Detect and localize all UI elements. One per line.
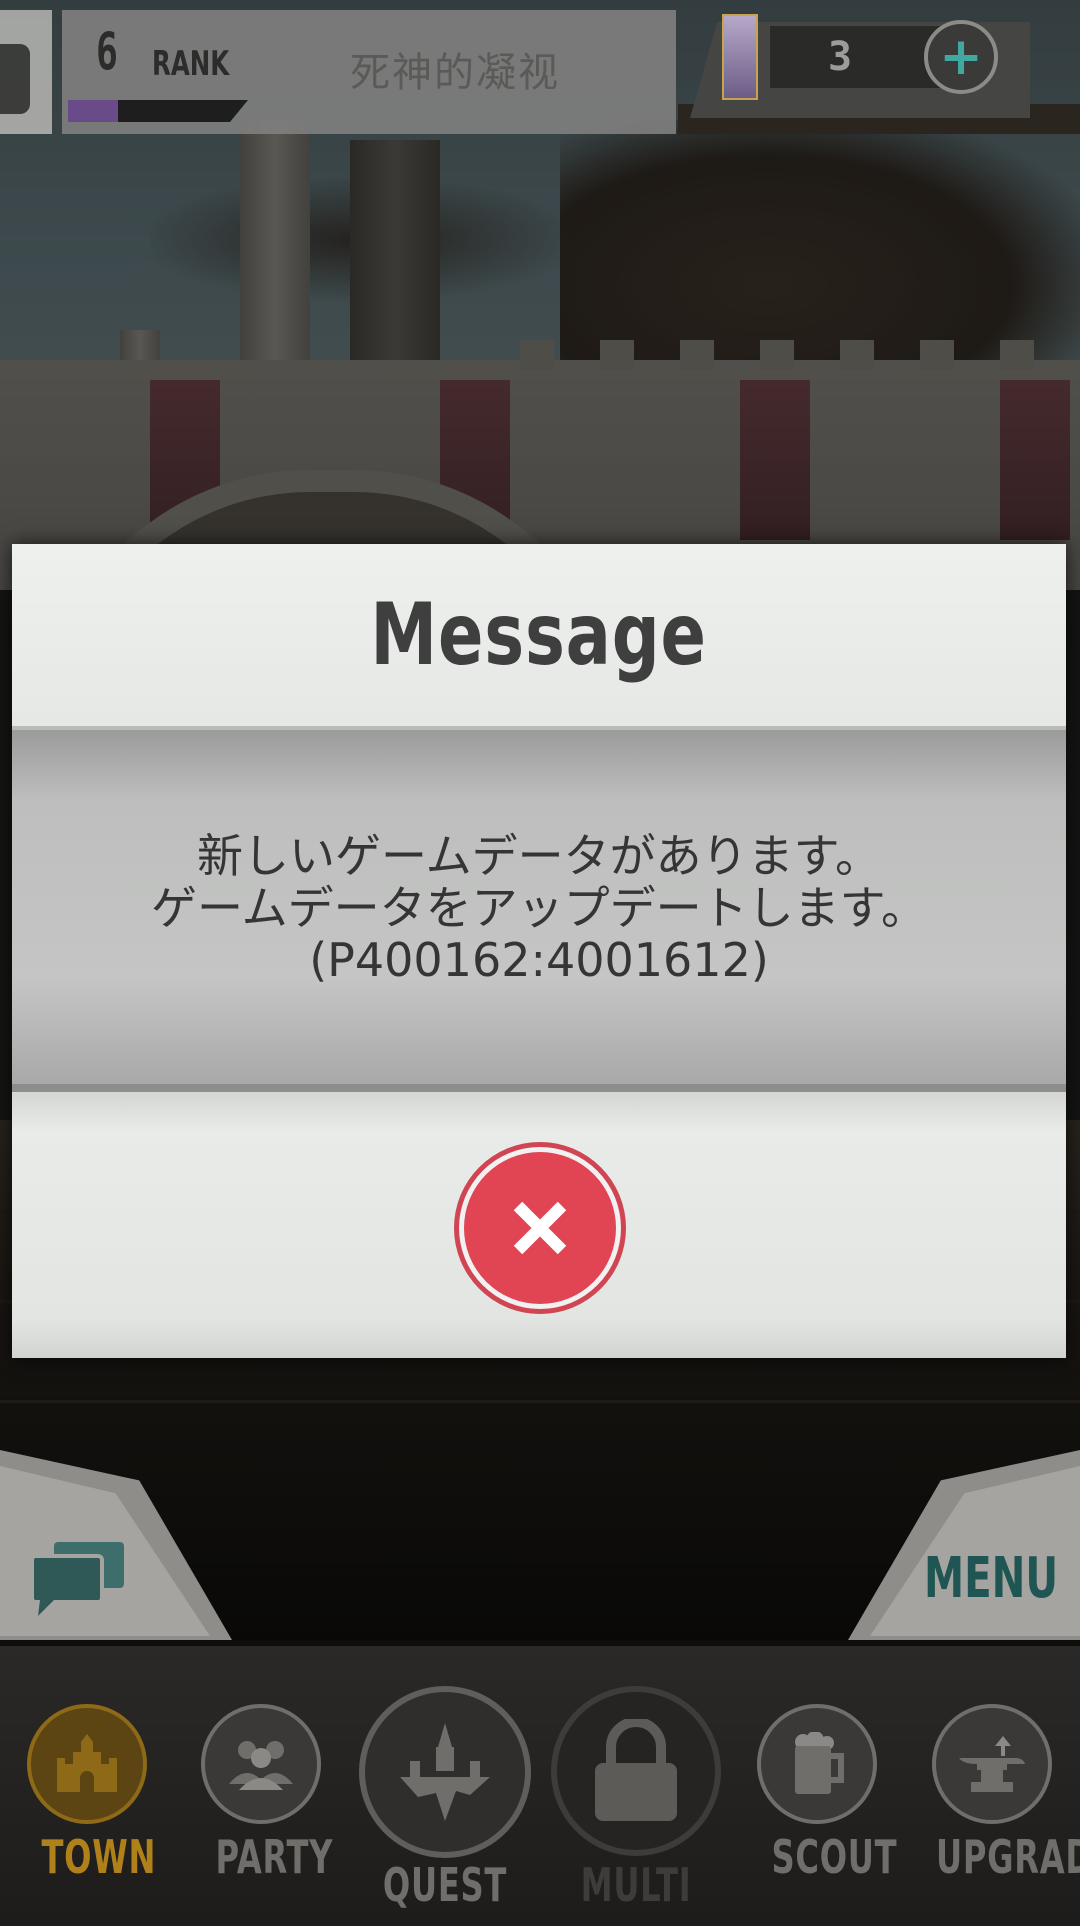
chat-bubbles-icon (30, 1542, 124, 1616)
hud-left-cap (0, 10, 52, 134)
nav-multi[interactable]: MULTI (550, 1686, 722, 1912)
nav-label: MULTI (580, 1858, 692, 1912)
close-button[interactable] (464, 1152, 616, 1304)
anvil-icon (959, 1736, 1025, 1792)
nav-party[interactable]: PARTY (196, 1704, 334, 1884)
item-count: 3 (828, 34, 853, 80)
dialog-footer (12, 1092, 1066, 1358)
exp-progress-fill (68, 100, 119, 122)
dialog-error-code: (P400162:4001612) (309, 933, 769, 987)
nav-town[interactable]: TOWN (22, 1704, 157, 1884)
beer-mug-icon (795, 1732, 844, 1794)
dialog-body: 新しいゲームデータがあります。 ゲームデータをアップデートします。 (P4001… (12, 730, 1066, 1092)
plus-icon: + (939, 27, 983, 87)
people-icon (229, 1741, 293, 1790)
chat-button[interactable] (28, 1538, 128, 1618)
crystal-item-icon (722, 14, 758, 100)
nav-scout[interactable]: SCOUT (752, 1704, 898, 1884)
nav-label: QUEST (382, 1858, 508, 1912)
nav-label: UPGRADE (936, 1830, 1080, 1884)
dialog-message: 新しいゲームデータがあります。 ゲームデータをアップデートします。 (P4001… (12, 830, 1066, 986)
bottom-navigation: TOWN PARTY QUEST MULTI SCOUT UPGRA (0, 1640, 1080, 1926)
dialog-header: Message (12, 544, 1066, 730)
nav-label: PARTY (215, 1830, 334, 1884)
dialog-message-line: ゲームデータをアップデートします。 (150, 881, 928, 935)
nav-label: TOWN (41, 1830, 157, 1884)
dialog-title: Message (370, 585, 708, 685)
player-level: 6 (96, 22, 118, 82)
nav-quest[interactable]: QUEST (356, 1686, 534, 1912)
nav-upgrade[interactable]: UPGRADE (912, 1704, 1080, 1884)
add-item-button[interactable]: + (924, 20, 998, 94)
lock-icon (595, 1719, 677, 1821)
rank-label: RANK (152, 44, 230, 84)
menu-button[interactable]: MENU (924, 1546, 1058, 1611)
close-icon (513, 1201, 567, 1255)
floating-island-icon (400, 1723, 490, 1821)
message-dialog: Message 新しいゲームデータがあります。 ゲームデータをアップデートします… (12, 544, 1066, 1358)
nav-label: SCOUT (771, 1830, 898, 1884)
castle-icon (57, 1734, 117, 1792)
exp-progress-bar (68, 100, 248, 122)
dialog-message-line: 新しいゲームデータがあります。 (196, 829, 882, 883)
player-name: 死神的凝视 (350, 50, 560, 96)
